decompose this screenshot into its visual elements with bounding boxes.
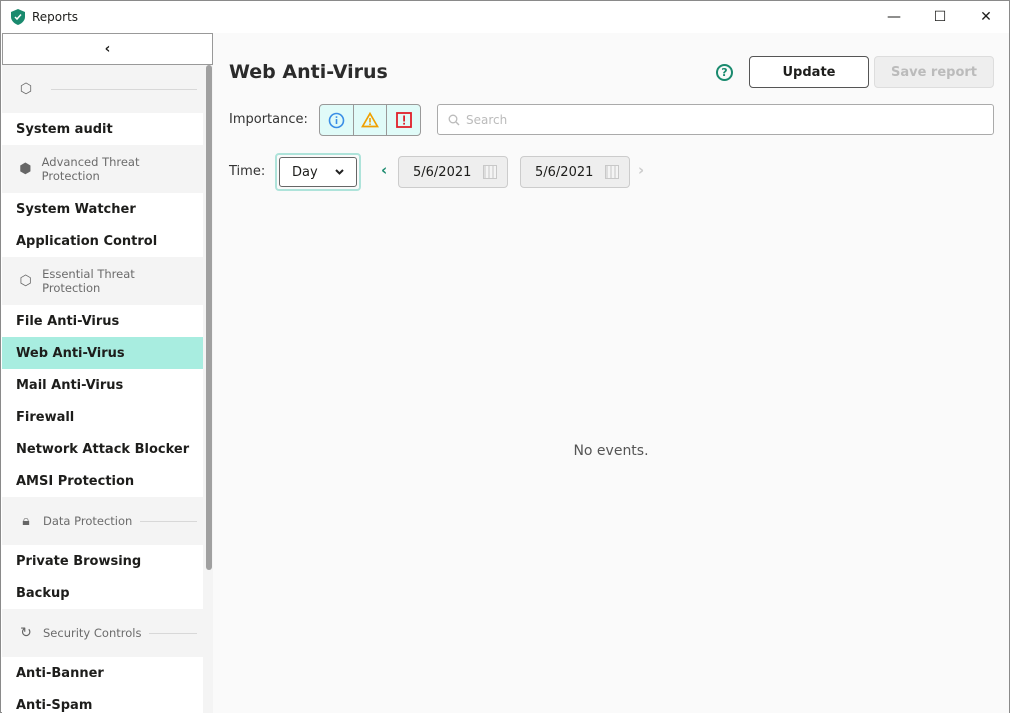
importance-info-toggle[interactable] [320,105,354,135]
info-icon [328,112,345,128]
sidebar-item-backup[interactable]: Backup [2,577,203,609]
save-report-button[interactable]: Save report [874,56,994,88]
sidebar-group-label: Security Controls [43,626,142,640]
close-button[interactable]: ✕ [963,1,1009,33]
importance-label: Importance: [229,112,308,127]
window-title: Reports [32,10,79,24]
divider [149,632,197,634]
date-from-value: 5/6/2021 [413,164,472,180]
next-period-button[interactable]: › [638,161,644,179]
sidebar-item-amsi-protection[interactable]: AMSI Protection [2,465,203,497]
sidebar-item-application-control[interactable]: Application Control [2,225,203,257]
importance-warning-toggle[interactable] [354,105,388,135]
date-to-field[interactable]: 5/6/2021 [520,156,630,188]
sidebar-item-file-anti-virus[interactable]: File Anti-Virus [2,305,203,337]
sidebar-item-mail-anti-virus[interactable]: Mail Anti-Virus [2,369,203,401]
importance-filter [319,104,421,136]
critical-icon [395,112,412,128]
sidebar-group-label: Advanced Threat Protection [41,155,140,183]
empty-state-message: No events. [573,443,649,459]
warning-icon [361,112,379,128]
date-from-field[interactable]: 5/6/2021 [398,156,508,188]
shield-icon: ⬡ [19,81,33,97]
sidebar-item-anti-banner[interactable]: Anti-Banner [2,657,203,689]
sidebar-group-header: ↻ Security Controls [2,609,203,657]
sidebar-group-header: ⬢ Advanced Threat Protection [2,145,203,193]
sidebar-item-firewall[interactable]: Firewall [2,401,203,433]
sidebar-item-network-attack-blocker[interactable]: Network Attack Blocker [2,433,203,465]
time-label: Time: [229,164,266,179]
sidebar-item-anti-spam[interactable]: Anti-Spam [2,689,203,713]
previous-period-button[interactable]: ‹ [381,161,387,179]
search-icon [448,114,460,125]
shield-advanced-icon: ⬢ [19,161,32,177]
importance-critical-toggle[interactable] [387,105,420,135]
period-select[interactable]: Day [275,153,361,191]
sidebar-item-system-audit[interactable]: System audit [2,113,203,145]
main-panel: Web Anti-Virus ? Update Save report Impo… [213,33,1009,713]
sidebar-group-label: Essential Threat Protection [42,267,135,295]
sidebar: ⬡ System audit ⬢ Advanced Threat Protection… [2,65,213,713]
calendar-icon[interactable] [483,165,497,179]
divider [51,88,197,90]
kaspersky-shield-icon [11,9,25,25]
lock-icon: 🔒︎ [22,513,30,529]
calendar-icon[interactable] [605,165,619,179]
sidebar-group-header: ⬡ Essential Threat Protection [2,257,203,305]
update-button[interactable]: Update [749,56,869,88]
title-bar: Reports — ☐ ✕ [1,1,1009,33]
collapse-sidebar-button[interactable]: ‹ [2,33,213,65]
shield-icon: ⬡ [19,273,32,289]
sidebar-scrollbar[interactable] [206,65,212,570]
search-input[interactable]: Search [437,104,994,135]
divider [140,520,197,522]
chevron-down-icon [335,169,344,175]
sidebar-group-label: Data Protection [43,514,133,528]
security-controls-icon: ↻ [20,625,32,641]
sidebar-item-system-watcher[interactable]: System Watcher [2,193,203,225]
period-value: Day [292,164,318,180]
sidebar-group-header: ⬡ [2,65,203,113]
chevron-left-icon: ‹ [104,41,111,57]
reports-window: Reports — ☐ ✕ ‹ ⬡ System audit ⬢ Advanced T… [0,0,1010,713]
help-icon[interactable]: ? [716,64,733,81]
page-title: Web Anti-Virus [229,61,388,83]
maximize-button[interactable]: ☐ [917,1,963,33]
sidebar-item-web-anti-virus[interactable]: Web Anti-Virus [2,337,203,369]
date-to-value: 5/6/2021 [535,164,594,180]
search-placeholder: Search [466,112,508,127]
sidebar-group-header: 🔒︎ Data Protection [2,497,203,545]
minimize-button[interactable]: — [871,1,917,33]
sidebar-item-private-browsing[interactable]: Private Browsing [2,545,203,577]
